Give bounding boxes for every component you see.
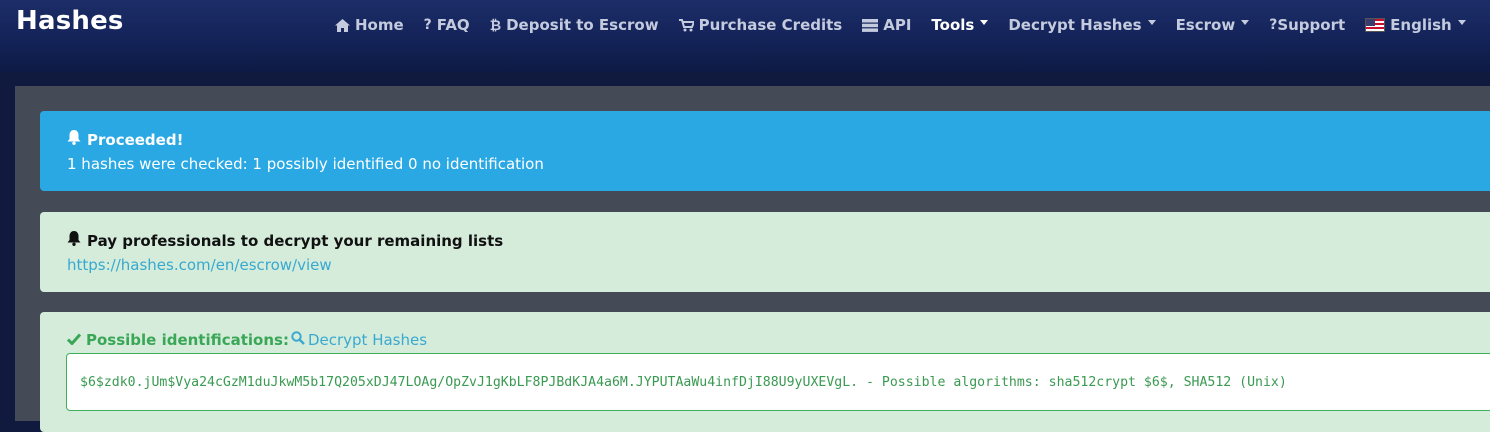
server-icon	[862, 18, 879, 32]
nav-home[interactable]: Home	[335, 16, 404, 34]
identification-result[interactable]: $6$zdk0.jUm$Vya24cGzM1duJkwM5b17Q205xDJ4…	[66, 353, 1490, 411]
nav-language-dropdown[interactable]: English	[1365, 16, 1466, 34]
identifications-label: Possible identifications:	[86, 331, 289, 349]
decrypt-hashes-link[interactable]: Decrypt Hashes	[291, 331, 427, 349]
nav-language-label: English	[1390, 16, 1452, 34]
nav-api[interactable]: API	[862, 16, 911, 34]
alert-proceeded-heading: Proceeded!	[87, 130, 184, 149]
home-icon	[335, 18, 350, 32]
question-icon: ?	[423, 17, 432, 33]
main-content-panel: Proceeded! 1 hashes were checked: 1 poss…	[15, 86, 1490, 432]
nav-faq-label: FAQ	[436, 16, 470, 34]
chevron-down-icon	[980, 19, 989, 25]
search-icon	[291, 331, 305, 349]
nav-support-label: Support	[1277, 16, 1346, 34]
chevron-down-icon	[1241, 19, 1250, 25]
alert-pay-title: Pay professionals to decrypt your remain…	[67, 231, 503, 250]
question-icon: ?	[1269, 17, 1278, 33]
check-icon	[66, 331, 82, 349]
us-flag-icon	[1365, 18, 1386, 32]
nav-deposit-escrow[interactable]: ₿ Deposit to Escrow	[490, 16, 659, 34]
chevron-down-icon	[1147, 19, 1156, 25]
alert-proceeded-title: Proceeded!	[67, 130, 183, 149]
main-nav: Home ? FAQ ₿ Deposit to Escrow Purchase …	[335, 14, 1486, 36]
top-navbar: Hashes Home ? FAQ ₿ Deposit to Escrow Pu…	[0, 0, 1490, 72]
nav-purchase-label: Purchase Credits	[698, 16, 843, 34]
nav-decrypt-hashes-dropdown[interactable]: Decrypt Hashes	[1008, 16, 1156, 34]
nav-tools-dropdown[interactable]: Tools	[931, 16, 989, 34]
nav-support[interactable]: ? Support	[1269, 16, 1345, 34]
nav-home-label: Home	[355, 16, 404, 34]
decrypt-hashes-link-label: Decrypt Hashes	[307, 331, 428, 349]
alert-identifications: Possible identifications: Decrypt Hashes…	[40, 312, 1490, 432]
nav-faq[interactable]: ? FAQ	[424, 16, 470, 34]
identifications-header: Possible identifications: Decrypt Hashes	[66, 331, 427, 349]
nav-api-label: API	[883, 16, 912, 34]
chevron-down-icon	[1457, 19, 1466, 25]
alert-proceeded-text: 1 hashes were checked: 1 possibly identi…	[67, 155, 544, 173]
brand-logo[interactable]: Hashes	[16, 6, 124, 36]
bell-icon	[67, 231, 81, 250]
nav-tools-label: Tools	[931, 16, 975, 34]
nav-decrypt-label: Decrypt Hashes	[1008, 16, 1142, 34]
bell-icon	[67, 130, 81, 149]
nav-deposit-label: Deposit to Escrow	[506, 16, 659, 34]
escrow-view-link[interactable]: https://hashes.com/en/escrow/view	[67, 256, 332, 274]
nav-escrow-dropdown[interactable]: Escrow	[1176, 16, 1250, 34]
cart-icon	[678, 18, 694, 32]
alert-proceeded: Proceeded! 1 hashes were checked: 1 poss…	[40, 111, 1490, 191]
alert-pay-heading: Pay professionals to decrypt your remain…	[87, 231, 504, 250]
nav-escrow-label: Escrow	[1175, 16, 1236, 34]
alert-pay-professionals: Pay professionals to decrypt your remain…	[40, 212, 1490, 292]
nav-purchase-credits[interactable]: Purchase Credits	[678, 16, 843, 34]
bitcoin-icon: ₿	[489, 17, 502, 34]
